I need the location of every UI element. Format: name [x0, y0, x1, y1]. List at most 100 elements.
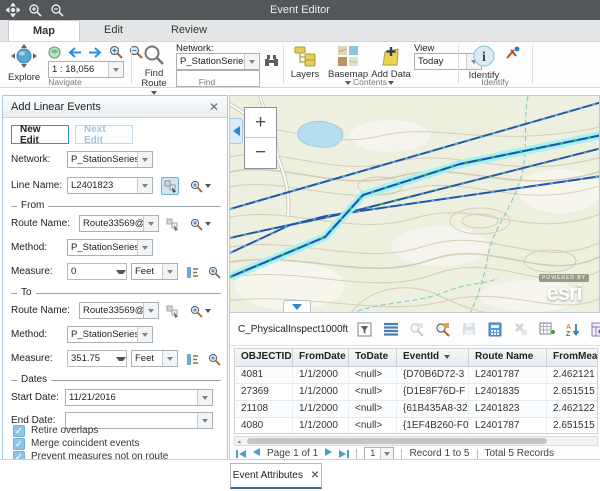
map-zoom-out-button[interactable]: −	[245, 138, 276, 168]
attributes-window-icon[interactable]	[590, 321, 600, 338]
tab-map[interactable]: Map	[8, 20, 80, 41]
save-icon[interactable]	[460, 321, 477, 338]
close-icon[interactable]: ✕	[209, 100, 219, 114]
to-measure-combobox[interactable]: 351.75	[67, 350, 127, 367]
zoom-to-to-measure-button[interactable]	[205, 350, 223, 368]
dropdown-button[interactable]	[143, 216, 158, 231]
page-info: Page 1 of 1	[267, 448, 318, 459]
from-unit-combobox[interactable]: Feet	[131, 263, 178, 280]
title-bar: Event Editor	[0, 0, 600, 20]
last-page-button[interactable]	[339, 450, 349, 458]
to-unit-combobox[interactable]: Feet	[131, 350, 178, 367]
tab-review[interactable]: Review	[147, 20, 231, 41]
to-method-combobox[interactable]: P_StationSeries	[67, 326, 153, 343]
table-row[interactable]: 273691/1/2000<null>{D1E8F76D-FL24018352.…	[235, 384, 598, 401]
new-edit-button[interactable]: New Edit	[11, 125, 69, 144]
dropdown-button[interactable]	[143, 303, 158, 318]
identify-route-icon[interactable]	[505, 46, 521, 60]
binoculars-icon[interactable]	[264, 54, 279, 67]
column-header[interactable]: EventId	[397, 349, 469, 366]
from-measure-combobox[interactable]: 0	[67, 263, 127, 280]
layers-button[interactable]: Layers	[288, 45, 322, 80]
zoom-to-selected-icon[interactable]	[408, 321, 425, 338]
network-dropdown-button[interactable]	[244, 54, 259, 69]
previous-page-button[interactable]	[253, 448, 260, 459]
start-date-combobox[interactable]: 11/21/2016	[65, 389, 213, 406]
first-page-button[interactable]	[236, 450, 246, 458]
select-to-route-button[interactable]	[163, 302, 181, 320]
panel-network-combobox[interactable]: P_StationSeries	[67, 151, 153, 168]
delete-record-icon[interactable]	[512, 321, 529, 338]
zoom-to-from-route-button[interactable]	[187, 215, 213, 233]
chevron-down-icon	[167, 357, 173, 361]
zoom-to-to-route-button[interactable]	[187, 302, 213, 320]
collapse-panel-button[interactable]	[230, 118, 243, 144]
tab-event-attributes[interactable]: Event Attributes ✕	[230, 463, 322, 489]
dropdown-button[interactable]	[162, 264, 177, 279]
window-title: Event Editor	[0, 4, 600, 16]
column-header[interactable]: FromDate	[293, 349, 349, 366]
from-method-combobox[interactable]: P_StationSeries	[67, 239, 153, 256]
scale-dropdown-button[interactable]	[108, 62, 123, 77]
close-tab-icon[interactable]: ✕	[311, 470, 319, 481]
full-extent-icon[interactable]	[48, 46, 61, 59]
zoom-to-line-button[interactable]	[187, 177, 213, 195]
fixed-zoom-in-icon[interactable]	[109, 45, 123, 59]
panel-header: Add Linear Events ✕	[3, 96, 227, 118]
select-line-on-map-button[interactable]	[161, 177, 179, 195]
column-header[interactable]: OBJECTID	[235, 349, 293, 366]
to-measure-picker-button[interactable]	[183, 350, 201, 368]
scale-combobox[interactable]: 1 : 18,056	[48, 61, 124, 78]
dropdown-button[interactable]	[162, 351, 177, 366]
scroll-left-icon[interactable]: ◂	[237, 438, 241, 446]
column-header[interactable]: FromMeasure	[547, 349, 598, 366]
select-from-route-button[interactable]	[163, 215, 181, 233]
chevron-down-icon	[384, 452, 390, 456]
table-row[interactable]: 40801/1/2000<null>{1EF4B260-F0L24017872.…	[235, 418, 598, 434]
dropdown-button[interactable]	[380, 448, 393, 460]
find-route-button[interactable]: FindRoute	[138, 44, 170, 95]
field-calculator-icon[interactable]	[486, 321, 503, 338]
svg-text:Z: Z	[566, 331, 571, 337]
column-header[interactable]: ToDate	[349, 349, 397, 366]
from-measure-picker-button[interactable]	[183, 263, 201, 281]
to-method-label: Method:	[11, 329, 47, 340]
previous-extent-icon[interactable]	[67, 47, 82, 58]
sort-icon[interactable]: AZ	[564, 321, 581, 338]
zoom-to-from-measure-button[interactable]	[205, 263, 223, 281]
dropdown-button[interactable]	[137, 327, 152, 342]
scrollbar-thumb[interactable]	[247, 438, 547, 444]
network-combobox[interactable]: P_StationSeries	[176, 53, 260, 70]
map-zoom-in-button[interactable]: +	[245, 108, 276, 138]
pan-to-selected-icon[interactable]	[434, 321, 451, 338]
ribbon-group-find: FindRoute Network: P_StationSeries Find	[132, 42, 282, 88]
dropdown-button[interactable]	[197, 390, 212, 405]
identify-button[interactable]: i Identify	[467, 44, 501, 81]
add-record-icon[interactable]	[538, 321, 555, 338]
horizontal-scrollbar[interactable]: ◂	[234, 436, 598, 446]
column-header[interactable]: Route Name	[469, 349, 547, 366]
map-view[interactable]: + − POWERED BY esri	[229, 95, 600, 313]
dropdown-button[interactable]	[197, 413, 212, 428]
dropdown-button[interactable]	[137, 152, 152, 167]
select-records-icon[interactable]	[356, 321, 373, 338]
contents-group-label: Contents	[284, 77, 456, 87]
next-extent-icon[interactable]	[88, 47, 103, 58]
esri-logo: esri	[546, 280, 581, 305]
dropdown-button[interactable]	[137, 178, 152, 193]
from-route-name-combobox[interactable]: Route33569@Cent	[79, 215, 159, 232]
dropdown-button[interactable]	[137, 240, 152, 255]
table-row[interactable]: 211081/1/2000<null>{61B435A8-32L24018232…	[235, 401, 598, 418]
from-section-label: From	[17, 200, 48, 211]
tab-edit[interactable]: Edit	[80, 20, 147, 41]
next-page-button[interactable]	[325, 448, 332, 459]
retire-overlaps-checkbox[interactable]	[13, 425, 25, 437]
table-row[interactable]: 40811/1/2000<null>{D70B6D72-3L24017872.4…	[235, 367, 598, 384]
line-name-combobox[interactable]: L2401823	[67, 177, 153, 194]
to-route-name-combobox[interactable]: Route33569@Cent	[79, 302, 159, 319]
show-selected-records-icon[interactable]	[382, 321, 399, 338]
merge-coincident-checkbox[interactable]	[13, 438, 25, 450]
next-edit-button[interactable]: Next Edit	[75, 125, 133, 144]
collapse-table-button[interactable]	[283, 300, 311, 312]
from-route-name-value: Route33569@Cent	[80, 218, 143, 229]
